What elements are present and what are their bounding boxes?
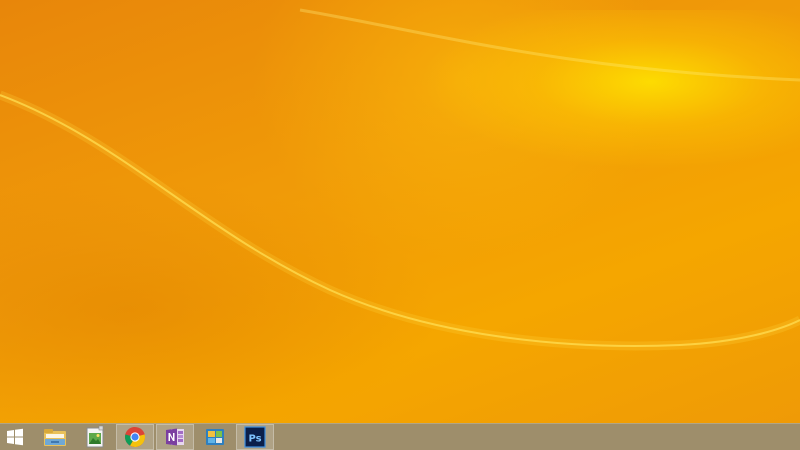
onenote-icon: [166, 428, 184, 446]
taskbar: Ps: [0, 423, 800, 450]
taskbar-item-file-explorer[interactable]: [36, 424, 74, 450]
windows-app-icon: [206, 429, 224, 445]
taskbar-item-chrome[interactable]: [116, 424, 154, 450]
taskbar-item-windows-app[interactable]: [196, 424, 234, 450]
chrome-icon: [124, 427, 146, 448]
taskbar-item-photoshop[interactable]: Ps: [236, 424, 274, 450]
photo-viewer-icon: [86, 425, 104, 448]
taskbar-item-photo-viewer[interactable]: [76, 424, 114, 450]
taskbar-item-onenote[interactable]: [156, 424, 194, 450]
desktop-wallpaper: [0, 0, 800, 423]
wallpaper-light-curves: [0, 8, 800, 351]
photoshop-label: Ps: [248, 434, 261, 445]
start-button[interactable]: [0, 424, 30, 450]
windows-logo-icon: [7, 428, 23, 446]
file-explorer-icon: [44, 429, 66, 446]
photoshop-icon: Ps: [244, 426, 266, 448]
